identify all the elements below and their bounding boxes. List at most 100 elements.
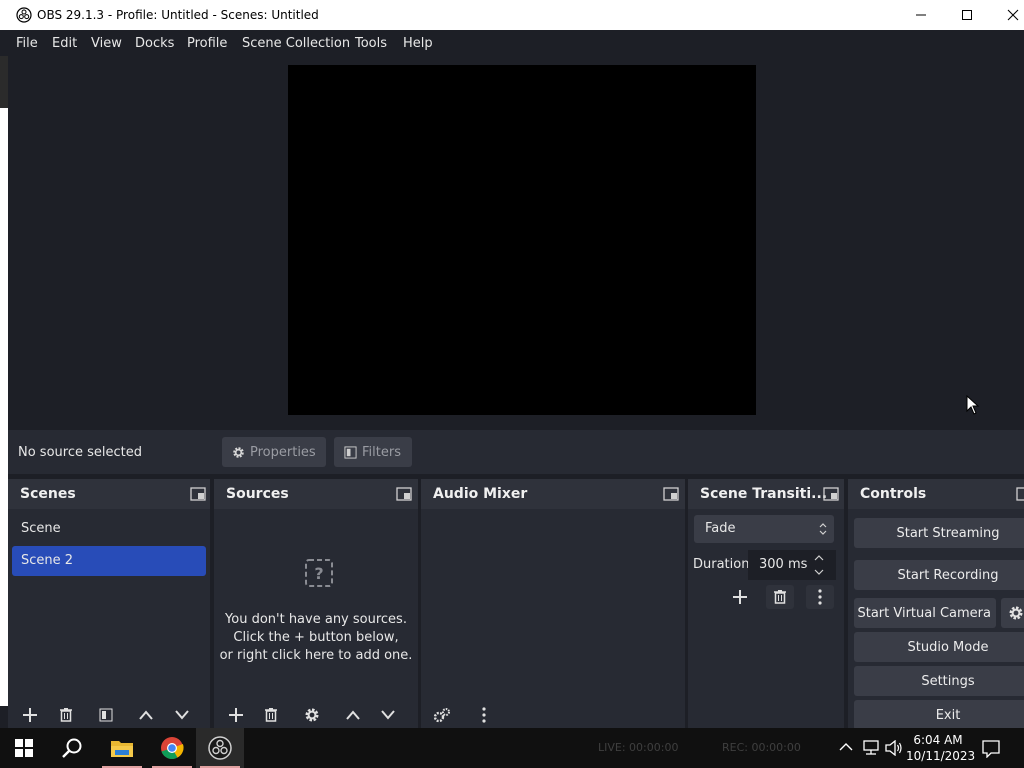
windows-logo-icon: [15, 739, 33, 757]
transition-type-select[interactable]: Fade: [694, 515, 834, 543]
menu-tools[interactable]: Tools: [355, 36, 387, 51]
source-properties-button[interactable]: [302, 705, 322, 725]
scenes-dock: Scenes Scene Scene 2: [8, 479, 210, 729]
filters-button[interactable]: Filters: [334, 437, 412, 467]
chevron-down-icon: [175, 710, 189, 720]
mouse-cursor-icon: [966, 395, 980, 415]
scene-transitions-dock: Scene Transiti... Fade Duration 300 ms: [688, 479, 844, 729]
undock-icon[interactable]: [823, 487, 839, 501]
filters-label: Filters: [362, 444, 401, 460]
undock-icon[interactable]: [1016, 487, 1024, 501]
svg-text:?: ?: [314, 564, 323, 583]
background-window-edge: [0, 56, 8, 706]
chrome-taskbar-button[interactable]: [148, 728, 196, 768]
properties-button[interactable]: Properties: [222, 437, 326, 467]
gear-icon: [305, 708, 319, 722]
move-scene-down-button[interactable]: [172, 705, 192, 725]
close-button[interactable]: [990, 0, 1024, 30]
move-scene-up-button[interactable]: [136, 705, 156, 725]
transition-properties-button[interactable]: [806, 585, 834, 609]
add-source-button[interactable]: [226, 705, 246, 725]
virtual-camera-settings-button[interactable]: [1001, 598, 1024, 628]
settings-button[interactable]: Settings: [854, 666, 1024, 696]
preview-canvas[interactable]: [288, 65, 756, 415]
scene-item-selected[interactable]: Scene 2: [12, 546, 206, 576]
menu-edit[interactable]: Edit: [52, 36, 77, 51]
undock-icon[interactable]: [190, 487, 206, 501]
controls-dock-header: Controls: [848, 479, 1024, 509]
scene-filters-button[interactable]: [96, 705, 116, 725]
duration-spinbox[interactable]: 300 ms: [748, 550, 836, 580]
start-recording-button[interactable]: Start Recording: [854, 560, 1024, 590]
maximize-button[interactable]: [944, 0, 990, 30]
studio-mode-button[interactable]: Studio Mode: [854, 632, 1024, 662]
kebab-menu-icon: [482, 707, 486, 723]
rec-status: REC: 00:00:00: [722, 741, 801, 754]
advanced-audio-button[interactable]: [432, 705, 452, 725]
minimize-button[interactable]: [898, 0, 944, 30]
plus-icon: [23, 708, 37, 722]
live-status: LIVE: 00:00:00: [598, 741, 679, 754]
clock-date: 10/11/2023: [906, 749, 976, 763]
gear-icon: [233, 446, 244, 458]
properties-label: Properties: [250, 444, 316, 460]
trash-icon: [265, 708, 277, 722]
search-button[interactable]: [48, 728, 96, 768]
exit-button[interactable]: Exit: [854, 700, 1024, 729]
menu-file[interactable]: File: [16, 36, 38, 51]
controls-dock: Controls Start Streaming Start Recording…: [848, 479, 1024, 729]
sources-dock[interactable]: Sources ? You don't have any sources. Cl…: [214, 479, 418, 729]
move-source-down-button[interactable]: [378, 705, 398, 725]
duration-label: Duration: [693, 557, 750, 572]
obs-window: OBS 29.1.3 - Profile: Untitled - Scenes:…: [0, 0, 1024, 768]
audio-mixer-dock-header: Audio Mixer: [421, 479, 685, 509]
menu-profile[interactable]: Profile: [187, 36, 227, 51]
plus-icon: [733, 590, 747, 604]
undock-icon[interactable]: [663, 487, 679, 501]
add-scene-button[interactable]: [20, 705, 40, 725]
remove-scene-button[interactable]: [56, 705, 76, 725]
notifications-icon[interactable]: [982, 740, 1000, 758]
remove-transition-button[interactable]: [766, 585, 794, 609]
trash-icon: [60, 708, 72, 722]
spin-arrows-icon[interactable]: [814, 553, 824, 577]
filter-icon: [99, 708, 113, 722]
undock-icon[interactable]: [396, 487, 412, 501]
window-title: OBS 29.1.3 - Profile: Untitled - Scenes:…: [37, 8, 319, 22]
start-virtual-camera-button[interactable]: Start Virtual Camera: [854, 598, 996, 628]
start-streaming-button[interactable]: Start Streaming: [854, 518, 1024, 548]
chevron-up-icon[interactable]: [839, 742, 853, 752]
question-mark-icon: ?: [305, 559, 333, 587]
network-icon[interactable]: [863, 740, 881, 756]
audio-mixer-menu-button[interactable]: [474, 705, 494, 725]
title-bar: OBS 29.1.3 - Profile: Untitled - Scenes:…: [0, 0, 1024, 30]
file-explorer-taskbar-button[interactable]: [98, 728, 146, 768]
menu-view[interactable]: View: [91, 36, 122, 51]
menu-scene-collection[interactable]: Scene Collection: [242, 36, 350, 51]
clock-time: 6:04 AM: [913, 733, 963, 747]
obs-logo-icon: [16, 7, 32, 23]
no-source-label: No source selected: [18, 445, 142, 460]
add-transition-button[interactable]: [730, 587, 750, 607]
remove-source-button[interactable]: [261, 705, 281, 725]
menu-bar: File Edit View Docks Profile Scene Colle…: [0, 30, 1024, 56]
search-icon: [62, 738, 82, 758]
move-source-up-button[interactable]: [343, 705, 363, 725]
windows-taskbar: [0, 728, 1024, 768]
trash-icon: [774, 590, 786, 604]
menu-help[interactable]: Help: [403, 36, 433, 51]
sources-toolbar: [214, 701, 418, 729]
duration-value: 300 ms: [759, 557, 808, 572]
scene-item[interactable]: Scene: [12, 514, 206, 544]
chrome-icon: [161, 737, 184, 760]
volume-icon[interactable]: [885, 740, 903, 756]
folder-icon: [111, 741, 133, 757]
scene-transitions-dock-title: Scene Transiti...: [700, 486, 828, 502]
start-button[interactable]: [0, 728, 48, 768]
menu-docks[interactable]: Docks: [135, 36, 174, 51]
obs-taskbar-button[interactable]: [196, 728, 244, 768]
system-clock[interactable]: 6:04 AM 10/11/2023: [906, 732, 976, 764]
sources-dock-header: Sources: [214, 479, 418, 509]
filter-icon: [344, 445, 357, 459]
context-bar: [8, 430, 1024, 474]
